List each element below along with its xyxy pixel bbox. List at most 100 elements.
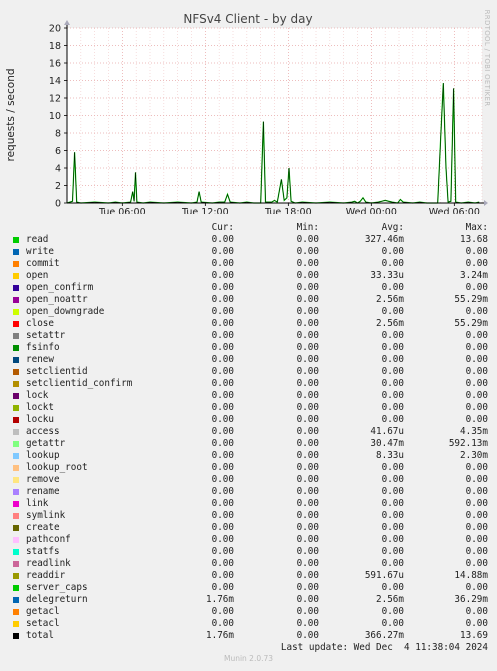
legend-min: 0.00 [296,330,319,341]
legend-cur: 0.00 [211,474,234,485]
legend-cur: 0.00 [211,558,234,569]
legend-min: 0.00 [296,534,319,545]
legend-max: 0.00 [465,498,488,509]
legend-swatch [13,261,19,267]
legend-header: Cur: Min: Avg: Max: [10,221,488,234]
legend-cur: 0.00 [211,354,234,365]
legend-max: 3.24m [460,270,488,281]
legend-row-commit: commit 0.00 0.00 0.00 0.00 [10,258,488,270]
legend-max: 2.30m [460,450,488,461]
legend-rows: read 0.00 0.00 327.46m 13.68 write 0.00 0.00 0.0… [10,234,488,642]
legend-min: 0.00 [296,306,319,317]
legend-min: 0.00 [296,606,319,617]
legend-cur: 1.76m [206,594,234,605]
legend-max: 0.00 [465,618,488,629]
legend-row-delegreturn: delegreturn 1.76m 0.00 2.56m 36.29m [10,594,488,606]
legend-cur: 0.00 [211,366,234,377]
legend-min: 0.00 [296,390,319,401]
legend-cur: 0.00 [211,282,234,293]
y-tick-label: 10 [49,111,61,122]
legend-max: 592.13m [448,438,488,449]
legend-swatch [13,597,19,603]
legend-swatch [13,537,19,543]
legend-avg: 2.56m [376,294,404,305]
legend-min: 0.00 [296,558,319,569]
legend-name: setclientid_confirm [26,378,133,389]
legend-name: setattr [26,330,66,341]
legend-row-close: close 0.00 0.00 2.56m 55.29m [10,318,488,330]
legend-min: 0.00 [296,234,319,245]
legend-name: renew [26,354,54,365]
legend-row-remove: remove 0.00 0.00 0.00 0.00 [10,474,488,486]
legend-row-getattr: getattr 0.00 0.00 30.47m 592.13m [10,438,488,450]
legend-avg: 0.00 [381,486,404,497]
side-watermark: RRDTOOL / TOBI OETIKER [483,10,491,107]
legend-name: access [26,426,60,437]
legend-name: setclientid [26,366,88,377]
legend-max: 14.88m [454,570,488,581]
legend-swatch [13,381,19,387]
legend-max: 0.00 [465,462,488,473]
legend-row-lockt: lockt 0.00 0.00 0.00 0.00 [10,402,488,414]
legend-name: open_downgrade [26,306,105,317]
legend-swatch [13,573,19,579]
legend-swatch [13,417,19,423]
legend-cur: 0.00 [211,618,234,629]
legend-row-setattr: setattr 0.00 0.00 0.00 0.00 [10,330,488,342]
legend-min: 0.00 [296,426,319,437]
legend-name: lock [26,390,49,401]
legend-row-lookup-root: lookup_root 0.00 0.00 0.00 0.00 [10,462,488,474]
legend-min: 0.00 [296,450,319,461]
legend-row-setclientid-confirm: setclientid_confirm 0.00 0.00 0.00 0.00 [10,378,488,390]
legend-name: delegreturn [26,594,88,605]
legend-avg: 0.00 [381,246,404,257]
y-tick-label: 16 [49,59,61,70]
legend-min: 0.00 [296,498,319,509]
legend-name: rename [26,486,60,497]
legend-min: 0.00 [296,270,319,281]
legend-name: lookup [26,450,60,461]
legend-avg: 30.47m [370,438,404,449]
y-tick-label: 8 [55,129,61,140]
legend-row-getacl: getacl 0.00 0.00 0.00 0.00 [10,606,488,618]
legend-cur: 0.00 [211,426,234,437]
legend-min: 0.00 [296,246,319,257]
legend-swatch [13,525,19,531]
legend-min: 0.00 [296,366,319,377]
legend-min: 0.00 [296,570,319,581]
legend-name: readdir [26,570,66,581]
legend-name: fsinfo [26,342,60,353]
legend-header-min: Min: [296,222,319,233]
legend-cur: 0.00 [211,258,234,269]
x-tick-label: Tue 12:00 [181,207,229,214]
legend-swatch [13,369,19,375]
legend-row-server-caps: server_caps 0.00 0.00 0.00 0.00 [10,582,488,594]
legend-header-cur: Cur: [211,222,234,233]
legend-cur: 0.00 [211,330,234,341]
x-tick-label: Wed 06:00 [429,207,480,214]
legend-max: 0.00 [465,366,488,377]
legend-min: 0.00 [296,294,319,305]
legend-min: 0.00 [296,486,319,497]
legend-min: 0.00 [296,474,319,485]
y-tick-label: 20 [49,24,61,35]
legend-min: 0.00 [296,378,319,389]
legend-name: getattr [26,438,66,449]
legend-row-open-noattr: open_noattr 0.00 0.00 2.56m 55.29m [10,294,488,306]
legend-name: read [26,234,49,245]
legend-row-access: access 0.00 0.00 41.67u 4.35m [10,426,488,438]
legend-header-avg: Avg: [381,222,404,233]
legend-avg: 0.00 [381,306,404,317]
legend-name: pathconf [26,534,71,545]
legend-max: 55.29m [454,294,488,305]
legend-avg: 0.00 [381,534,404,545]
legend-swatch [13,585,19,591]
legend-row-rename: rename 0.00 0.00 0.00 0.00 [10,486,488,498]
legend-max: 0.00 [465,546,488,557]
legend-name: open_noattr [26,294,88,305]
legend-swatch [13,429,19,435]
chart-title: NFSv4 Client - by day [183,12,312,26]
legend-name: create [26,522,60,533]
legend-max: 13.69 [460,630,488,641]
legend-swatch [13,621,19,627]
